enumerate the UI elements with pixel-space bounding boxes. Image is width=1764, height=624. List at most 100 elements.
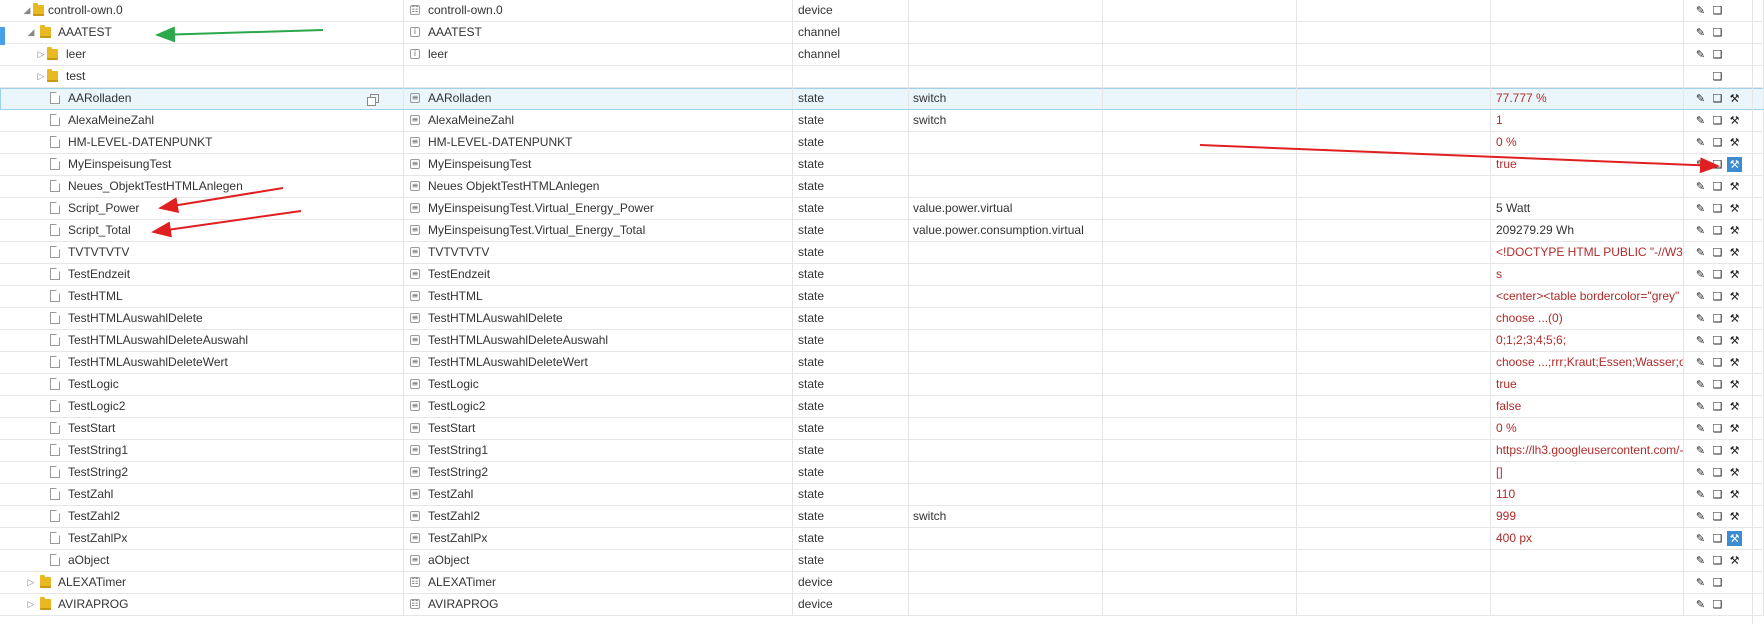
edit-pencil-icon[interactable]: ✎ (1693, 333, 1708, 348)
cell-value[interactable]: 1 (1491, 110, 1684, 131)
table-row[interactable]: TestHTML ≡ TestHTML state <center><table bor… (0, 286, 1764, 308)
cell-value[interactable] (1491, 572, 1684, 593)
table-row[interactable]: TestEndzeit ≡ TestEndzeit state s ✎ ❑ ⚒ (0, 264, 1764, 286)
cell-value[interactable]: 5 Watt (1491, 198, 1684, 219)
copy-icon[interactable] (367, 94, 379, 106)
edit-pencil-icon[interactable]: ✎ (1693, 377, 1708, 392)
cell-value[interactable]: false (1491, 396, 1684, 417)
settings-wrench-icon[interactable]: ⚒ (1727, 201, 1742, 216)
table-row[interactable]: TestZahl2 ≡ TestZahl2 state switch 999 ✎ ❑ ⚒ (0, 506, 1764, 528)
table-row[interactable]: Script_Power ≡ MyEinspeisungTest.Virtual_E… (0, 198, 1764, 220)
delete-trash-icon[interactable]: ❑ (1710, 531, 1725, 546)
settings-wrench-icon[interactable]: ⚒ (1727, 553, 1742, 568)
edit-pencil-icon[interactable]: ✎ (1693, 223, 1708, 238)
edit-pencil-icon[interactable]: ✎ (1693, 47, 1708, 62)
settings-wrench-icon[interactable]: ⚒ (1727, 245, 1742, 260)
delete-trash-icon[interactable]: ❑ (1710, 135, 1725, 150)
settings-wrench-icon[interactable]: ⚒ (1727, 487, 1742, 502)
cell-value[interactable]: 209279.29 Wh (1491, 220, 1684, 241)
table-row[interactable]: TestHTMLAuswahlDeleteAuswahl ≡ TestHTMLAus… (0, 330, 1764, 352)
cell-value[interactable] (1491, 66, 1684, 87)
delete-trash-icon[interactable]: ❑ (1710, 47, 1725, 62)
delete-trash-icon[interactable]: ❑ (1710, 289, 1725, 304)
delete-trash-icon[interactable]: ❑ (1710, 267, 1725, 282)
settings-wrench-icon[interactable]: ⚒ (1727, 443, 1742, 458)
table-row[interactable]: ◢ AAATEST i AAATEST channel ✎ ❑ (0, 22, 1764, 44)
settings-wrench-icon[interactable]: ⚒ (1727, 267, 1742, 282)
settings-wrench-icon[interactable]: ⚒ (1727, 135, 1742, 150)
delete-trash-icon[interactable]: ❑ (1710, 597, 1725, 612)
edit-pencil-icon[interactable]: ✎ (1693, 245, 1708, 260)
delete-trash-icon[interactable]: ❑ (1710, 69, 1725, 84)
table-row[interactable]: TestZahlPx ≡ TestZahlPx state 400 px ✎ ❑ ⚒ (0, 528, 1764, 550)
cell-value[interactable] (1491, 550, 1684, 571)
delete-trash-icon[interactable]: ❑ (1710, 443, 1725, 458)
settings-wrench-icon[interactable]: ⚒ (1727, 509, 1742, 524)
delete-trash-icon[interactable]: ❑ (1710, 223, 1725, 238)
table-row[interactable]: Script_Total ≡ MyEinspeisungTest.Virtual_E… (0, 220, 1764, 242)
table-row[interactable]: ▷ AVIRAPROG ☷ AVIRAPROG device ✎ ❑ (0, 594, 1764, 616)
delete-trash-icon[interactable]: ❑ (1710, 179, 1725, 194)
cell-value[interactable]: 999 (1491, 506, 1684, 527)
delete-trash-icon[interactable]: ❑ (1710, 575, 1725, 590)
cell-value[interactable]: 0 % (1491, 418, 1684, 439)
edit-pencil-icon[interactable]: ✎ (1693, 267, 1708, 282)
edit-pencil-icon[interactable]: ✎ (1693, 399, 1708, 414)
delete-trash-icon[interactable]: ❑ (1710, 487, 1725, 502)
delete-trash-icon[interactable]: ❑ (1710, 421, 1725, 436)
delete-trash-icon[interactable]: ❑ (1710, 311, 1725, 326)
cell-value[interactable] (1491, 176, 1684, 197)
delete-trash-icon[interactable]: ❑ (1710, 157, 1725, 172)
edit-pencil-icon[interactable]: ✎ (1693, 597, 1708, 612)
settings-wrench-icon[interactable]: ⚒ (1727, 355, 1742, 370)
settings-wrench-icon[interactable]: ⚒ (1727, 157, 1742, 172)
table-row[interactable]: aObject ≡ aObject state ✎ ❑ ⚒ (0, 550, 1764, 572)
table-row[interactable]: Neues_ObjektTestHTMLAnlegen ≡ Neues Objekt… (0, 176, 1764, 198)
cell-value[interactable]: choose ...;rrr;Kraut;Essen;Wasser;oh m (1491, 352, 1684, 373)
settings-wrench-icon[interactable]: ⚒ (1727, 223, 1742, 238)
delete-trash-icon[interactable]: ❑ (1710, 113, 1725, 128)
edit-pencil-icon[interactable]: ✎ (1693, 421, 1708, 436)
edit-pencil-icon[interactable]: ✎ (1693, 3, 1708, 18)
collapse-toggle-icon[interactable]: ◢ (26, 22, 36, 43)
delete-trash-icon[interactable]: ❑ (1710, 553, 1725, 568)
table-row[interactable]: MyEinspeisungTest ≡ MyEinspeisungTest state… (0, 154, 1764, 176)
table-row[interactable]: TestStart ≡ TestStart state 0 % ✎ ❑ ⚒ (0, 418, 1764, 440)
cell-value[interactable]: 0 % (1491, 132, 1684, 153)
delete-trash-icon[interactable]: ❑ (1710, 399, 1725, 414)
edit-pencil-icon[interactable]: ✎ (1693, 311, 1708, 326)
table-row[interactable]: TestHTMLAuswahlDelete ≡ TestHTMLAuswahlDel… (0, 308, 1764, 330)
cell-value[interactable]: true (1491, 374, 1684, 395)
settings-wrench-icon[interactable]: ⚒ (1727, 399, 1742, 414)
table-row[interactable]: TestZahl ≡ TestZahl state 110 ✎ ❑ ⚒ (0, 484, 1764, 506)
settings-wrench-icon[interactable]: ⚒ (1727, 465, 1742, 480)
edit-pencil-icon[interactable]: ✎ (1693, 113, 1708, 128)
cell-value[interactable]: choose ...(0) (1491, 308, 1684, 329)
edit-pencil-icon[interactable]: ✎ (1693, 135, 1708, 150)
settings-wrench-icon[interactable]: ⚒ (1727, 377, 1742, 392)
cell-value[interactable]: s (1491, 264, 1684, 285)
delete-trash-icon[interactable]: ❑ (1710, 333, 1725, 348)
cell-value[interactable] (1491, 22, 1684, 43)
cell-value[interactable]: <!DOCTYPE HTML PUBLIC "-//W3C// (1491, 242, 1684, 263)
table-row[interactable]: HM-LEVEL-DATENPUNKT ≡ HM-LEVEL-DATENPUNKT s… (0, 132, 1764, 154)
delete-trash-icon[interactable]: ❑ (1710, 3, 1725, 18)
edit-pencil-icon[interactable]: ✎ (1693, 179, 1708, 194)
edit-pencil-icon[interactable]: ✎ (1693, 157, 1708, 172)
delete-trash-icon[interactable]: ❑ (1710, 465, 1725, 480)
cell-value[interactable]: <center><table bordercolor="grey" (1491, 286, 1684, 307)
cell-value[interactable]: 110 (1491, 484, 1684, 505)
table-row[interactable]: AARolladen ≡ AARolladen state switch 77.777 %… (0, 88, 1764, 110)
edit-pencil-icon[interactable]: ✎ (1693, 553, 1708, 568)
edit-pencil-icon[interactable]: ✎ (1693, 289, 1708, 304)
table-row[interactable]: ▷ test ❑ (0, 66, 1764, 88)
expand-toggle-icon[interactable]: ▷ (26, 572, 36, 593)
settings-wrench-icon[interactable]: ⚒ (1727, 91, 1742, 106)
settings-wrench-icon[interactable]: ⚒ (1727, 113, 1742, 128)
delete-trash-icon[interactable]: ❑ (1710, 509, 1725, 524)
delete-trash-icon[interactable]: ❑ (1710, 245, 1725, 260)
table-row[interactable]: TestHTMLAuswahlDeleteWert ≡ TestHTMLAuswah… (0, 352, 1764, 374)
table-row[interactable]: ▷ leer i leer channel ✎ ❑ (0, 44, 1764, 66)
edit-pencil-icon[interactable]: ✎ (1693, 487, 1708, 502)
edit-pencil-icon[interactable]: ✎ (1693, 201, 1708, 216)
